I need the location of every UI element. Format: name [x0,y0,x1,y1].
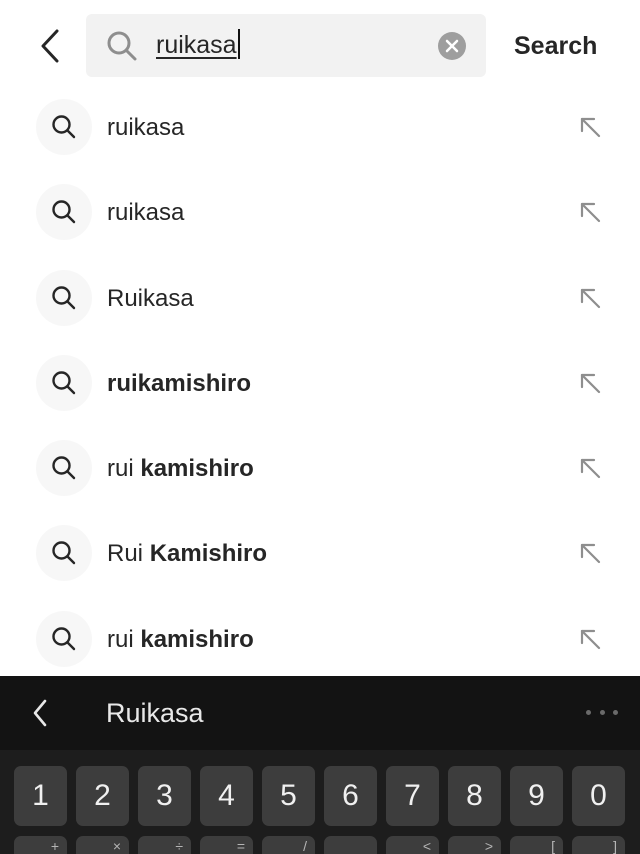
key-letter[interactable]: + [14,836,67,854]
keyboard-suggestion-bar: Ruikasa [0,676,640,750]
arrow-up-left-icon [580,117,601,138]
suggestion-text: ruikasa [107,114,185,141]
fill-query-button[interactable] [572,450,608,486]
search-icon [52,285,76,309]
fill-query-button[interactable] [572,194,608,230]
clear-search-button[interactable] [438,32,466,60]
more-icon[interactable] [586,702,618,722]
screen: ruikasa Search ruikasa ruikasa Ruikasa r… [0,0,640,854]
suggestion-icon-circle [36,354,92,411]
keyboard: Ruikasa 1 2 3 4 5 6 7 8 9 0 + × ÷ = / < … [0,676,640,854]
suggestion-text-bold: Kamishiro [149,540,268,568]
key-7[interactable]: 7 [386,766,439,826]
key-4[interactable]: 4 [200,766,253,826]
arrow-up-left-icon [580,373,601,393]
arrow-up-left-icon [580,544,601,564]
suggestion-list: ruikasa ruikasa Ruikasa ruikamishiro rui… [0,85,640,682]
suggestion-item[interactable]: Ruikasa [0,256,640,341]
key-letter[interactable]: ÷ [138,836,191,854]
suggestion-text-bold: kamishiro [140,455,254,483]
search-input[interactable]: ruikasa [156,14,240,77]
suggestion-icon-circle [36,99,92,155]
back-button[interactable] [30,26,70,66]
suggestion-label: Rui Kamishiro [107,511,267,596]
suggestion-text-bold: kamishiro [140,625,254,653]
key-8[interactable]: 8 [448,766,501,826]
suggestion-text-bold: ruikamishiro [107,369,252,397]
search-query-text: ruikasa [156,31,237,59]
key-letter[interactable]: = [200,836,253,854]
suggestion-icon-circle [36,610,92,667]
fill-query-button[interactable] [572,621,608,657]
arrow-up-left-icon [580,629,601,649]
suggestion-item[interactable]: rui kamishiro [0,426,640,511]
suggestion-text: Rui [107,540,150,568]
key-3[interactable]: 3 [138,766,191,826]
search-header: ruikasa Search [0,0,640,92]
suggestion-item[interactable]: Rui Kamishiro [0,511,640,596]
keyboard-keys: 1 2 3 4 5 6 7 8 9 0 + × ÷ = / < > [ ] [0,750,640,854]
search-icon [52,200,76,224]
search-icon [52,627,76,650]
suggestion-label: Ruikasa [107,256,194,341]
key-letter[interactable]: [ [510,836,563,854]
suggestion-text: rui [107,625,141,653]
suggestion-item[interactable]: ruikasa [0,85,640,170]
arrow-up-left-icon [580,459,601,479]
suggestion-label: ruikamishiro [107,341,251,426]
keyboard-word-suggestion[interactable]: Ruikasa [106,676,204,750]
text-caret [237,29,240,59]
fill-query-button[interactable] [572,365,608,401]
search-icon [107,31,137,61]
suggestion-item[interactable]: rui kamishiro [0,597,640,682]
suggestion-text: ruikasa [107,199,185,227]
fill-query-button[interactable] [572,109,608,145]
search-icon [52,371,76,395]
key-letter[interactable]: / [262,836,315,854]
search-field[interactable]: ruikasa [86,14,486,77]
key-letter[interactable]: > [448,836,501,854]
search-icon [52,115,76,139]
fill-query-button[interactable] [572,280,608,316]
suggestion-icon-circle [36,525,92,582]
key-9[interactable]: 9 [510,766,563,826]
arrow-up-left-icon [580,203,601,223]
chevron-left-icon [41,29,59,63]
close-icon [445,39,459,53]
suggestion-text: Ruikasa [107,284,194,312]
suggestion-item[interactable]: ruikasa [0,170,640,255]
arrow-up-left-icon [580,288,601,308]
suggestion-icon-circle [36,440,92,497]
suggestion-label: ruikasa [107,170,184,255]
key-letter[interactable]: ] [572,836,625,854]
suggestion-text: rui [107,455,141,483]
key-1[interactable]: 1 [14,766,67,826]
chevron-left-icon [33,699,47,727]
suggestion-item[interactable]: ruikamishiro [0,341,640,426]
suggestion-icon-circle [36,184,92,241]
key-2[interactable]: 2 [76,766,129,826]
key-5[interactable]: 5 [262,766,315,826]
key-letter[interactable]: < [386,836,439,854]
key-0[interactable]: 0 [572,766,625,826]
key-letter[interactable] [324,836,377,854]
fill-query-button[interactable] [572,535,608,571]
key-letter[interactable]: × [76,836,129,854]
suggestion-label: rui kamishiro [107,426,254,511]
search-icon [52,541,76,565]
keyboard-back-button[interactable] [22,694,58,732]
search-button[interactable]: Search [514,26,597,66]
suggestion-label: rui kamishiro [107,597,254,682]
key-6[interactable]: 6 [324,766,377,826]
search-icon [52,456,76,480]
suggestion-label: ruikasa [107,85,184,170]
suggestion-icon-circle [36,269,92,326]
